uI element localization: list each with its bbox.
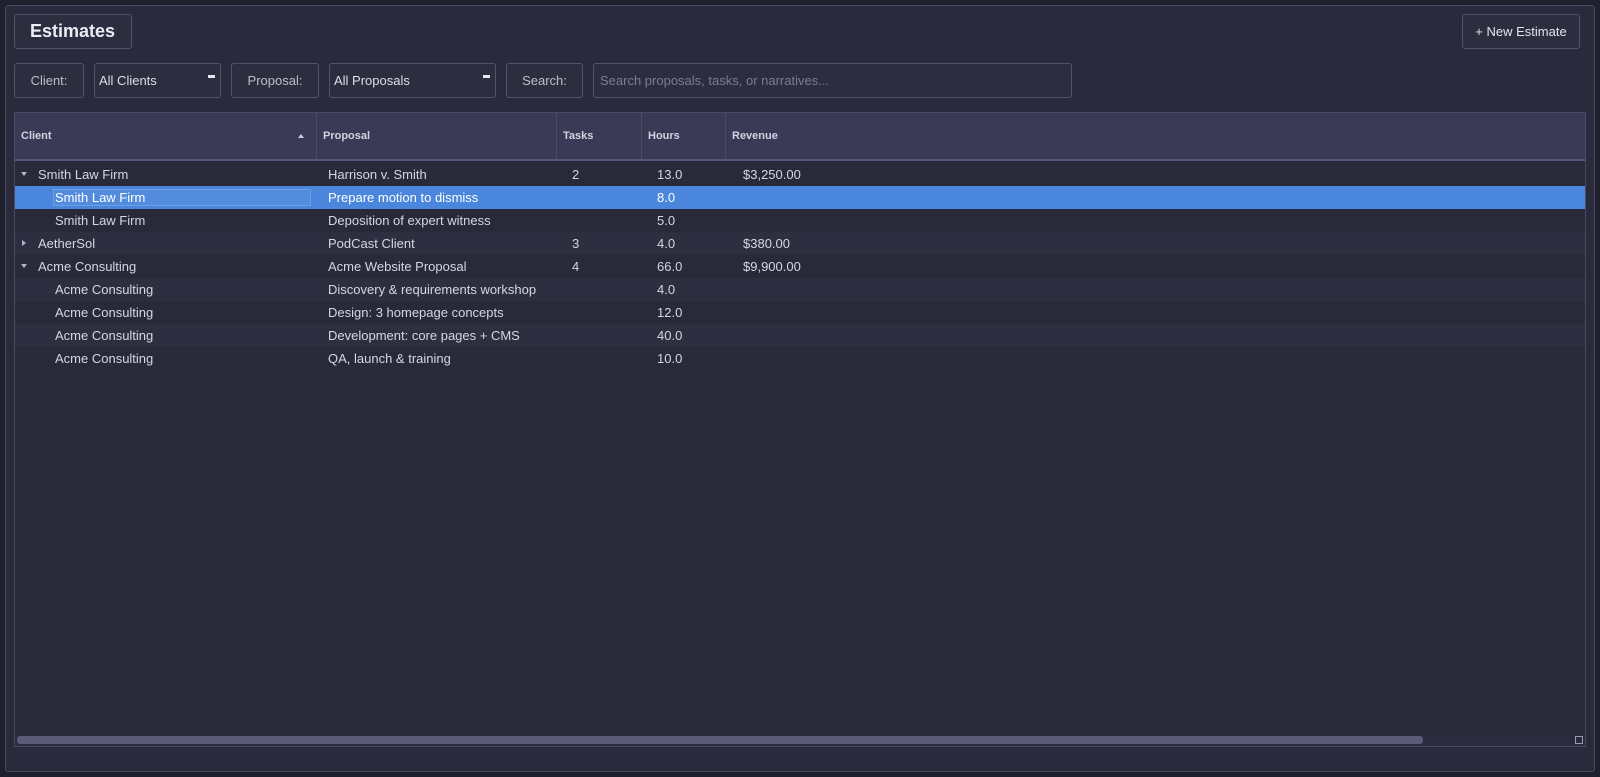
cell-proposal: Development: core pages + CMS (328, 328, 520, 343)
client-filter-label: Client: (14, 63, 84, 98)
estimates-window: Estimates + New Estimate Client: All Cli… (5, 5, 1595, 772)
cell-hours: 10.0 (657, 351, 683, 366)
client-filter-select[interactable]: All Clients (94, 63, 221, 98)
cell-hours: 12.0 (657, 305, 683, 320)
cell-proposal: Prepare motion to dismiss (328, 190, 479, 205)
expand-arrow-icon[interactable] (21, 264, 27, 268)
table-body: Smith Law Firm Harrison v. Smith 2 13.0 … (15, 163, 1585, 370)
cell-proposal: Acme Website Proposal (328, 259, 467, 274)
cell-hours: 4.0 (657, 236, 676, 251)
proposal-filter-value: All Proposals (334, 73, 410, 88)
cell-hours: 4.0 (657, 282, 676, 297)
cell-client: AetherSol (38, 236, 96, 251)
cell-tasks: 2 (572, 167, 580, 182)
cell-client: Acme Consulting (38, 259, 137, 274)
estimates-tree-table: Client Proposal Tasks Hours Revenue Smit… (14, 112, 1586, 747)
expand-arrow-icon[interactable] (21, 172, 27, 176)
cell-proposal: Deposition of expert witness (328, 213, 491, 228)
cell-client: Acme Consulting (55, 328, 154, 343)
horizontal-scrollbar[interactable] (15, 734, 1585, 746)
table-row-group[interactable]: AetherSol PodCast Client 3 4.0 $380.00 (15, 232, 1585, 255)
cell-hours: 66.0 (657, 259, 683, 274)
table-row-task[interactable]: Acme Consulting Discovery & requirements… (15, 278, 1585, 301)
proposal-filter-select[interactable]: All Proposals (329, 63, 496, 98)
cell-revenue: $380.00 (743, 236, 790, 251)
table-row-task-selected[interactable]: Smith Law Firm Prepare motion to dismiss… (15, 186, 1585, 209)
cell-client: Acme Consulting (55, 282, 154, 297)
cell-proposal: PodCast Client (328, 236, 415, 251)
table-row-task[interactable]: Smith Law Firm Deposition of expert witn… (15, 209, 1585, 232)
cell-client: Smith Law Firm (38, 167, 129, 182)
cell-proposal: Discovery & requirements workshop (328, 282, 537, 297)
table-header: Client Proposal Tasks Hours Revenue (15, 113, 1585, 161)
column-header-tasks[interactable]: Tasks (557, 113, 642, 159)
cell-client: Acme Consulting (55, 305, 154, 320)
cell-hours: 8.0 (657, 190, 676, 205)
search-label: Search: (506, 63, 583, 98)
dropdown-caret-icon (208, 75, 215, 78)
client-filter-value: All Clients (99, 73, 157, 88)
resize-grip-icon[interactable] (1575, 736, 1583, 744)
cell-hours: 5.0 (657, 213, 676, 228)
table-row-task[interactable]: Acme Consulting Design: 3 homepage conce… (15, 301, 1585, 324)
search-input[interactable]: Search proposals, tasks, or narratives..… (593, 63, 1072, 98)
cell-tasks: 4 (572, 259, 580, 274)
cell-tasks: 3 (572, 236, 580, 251)
scrollbar-thumb[interactable] (17, 736, 1423, 744)
column-header-revenue[interactable]: Revenue (726, 113, 1585, 159)
cell-revenue: $9,900.00 (743, 259, 801, 274)
cell-client: Acme Consulting (55, 351, 154, 366)
cell-client: Smith Law Firm (55, 213, 146, 228)
column-header-client[interactable]: Client (15, 113, 317, 159)
table-row-group[interactable]: Smith Law Firm Harrison v. Smith 2 13.0 … (15, 163, 1585, 186)
proposal-filter-label: Proposal: (231, 63, 319, 98)
sort-ascending-icon (298, 134, 304, 138)
column-header-hours[interactable]: Hours (642, 113, 726, 159)
cell-hours: 40.0 (657, 328, 683, 343)
collapse-arrow-icon[interactable] (22, 240, 26, 246)
new-estimate-button[interactable]: + New Estimate (1462, 14, 1580, 49)
dropdown-caret-icon (483, 75, 490, 78)
column-header-proposal[interactable]: Proposal (317, 113, 557, 159)
cell-proposal: QA, launch & training (328, 351, 451, 366)
cell-client: Smith Law Firm (55, 190, 146, 205)
cell-revenue: $3,250.00 (743, 167, 801, 182)
table-row-task[interactable]: Acme Consulting Development: core pages … (15, 324, 1585, 347)
cell-hours: 13.0 (657, 167, 683, 182)
table-row-group[interactable]: Acme Consulting Acme Website Proposal 4 … (15, 255, 1585, 278)
search-placeholder: Search proposals, tasks, or narratives..… (600, 73, 830, 88)
cell-proposal: Harrison v. Smith (328, 167, 427, 182)
cell-proposal: Design: 3 homepage concepts (328, 305, 504, 320)
table-row-task[interactable]: Acme Consulting QA, launch & training 10… (15, 347, 1585, 370)
page-title: Estimates (14, 14, 132, 49)
